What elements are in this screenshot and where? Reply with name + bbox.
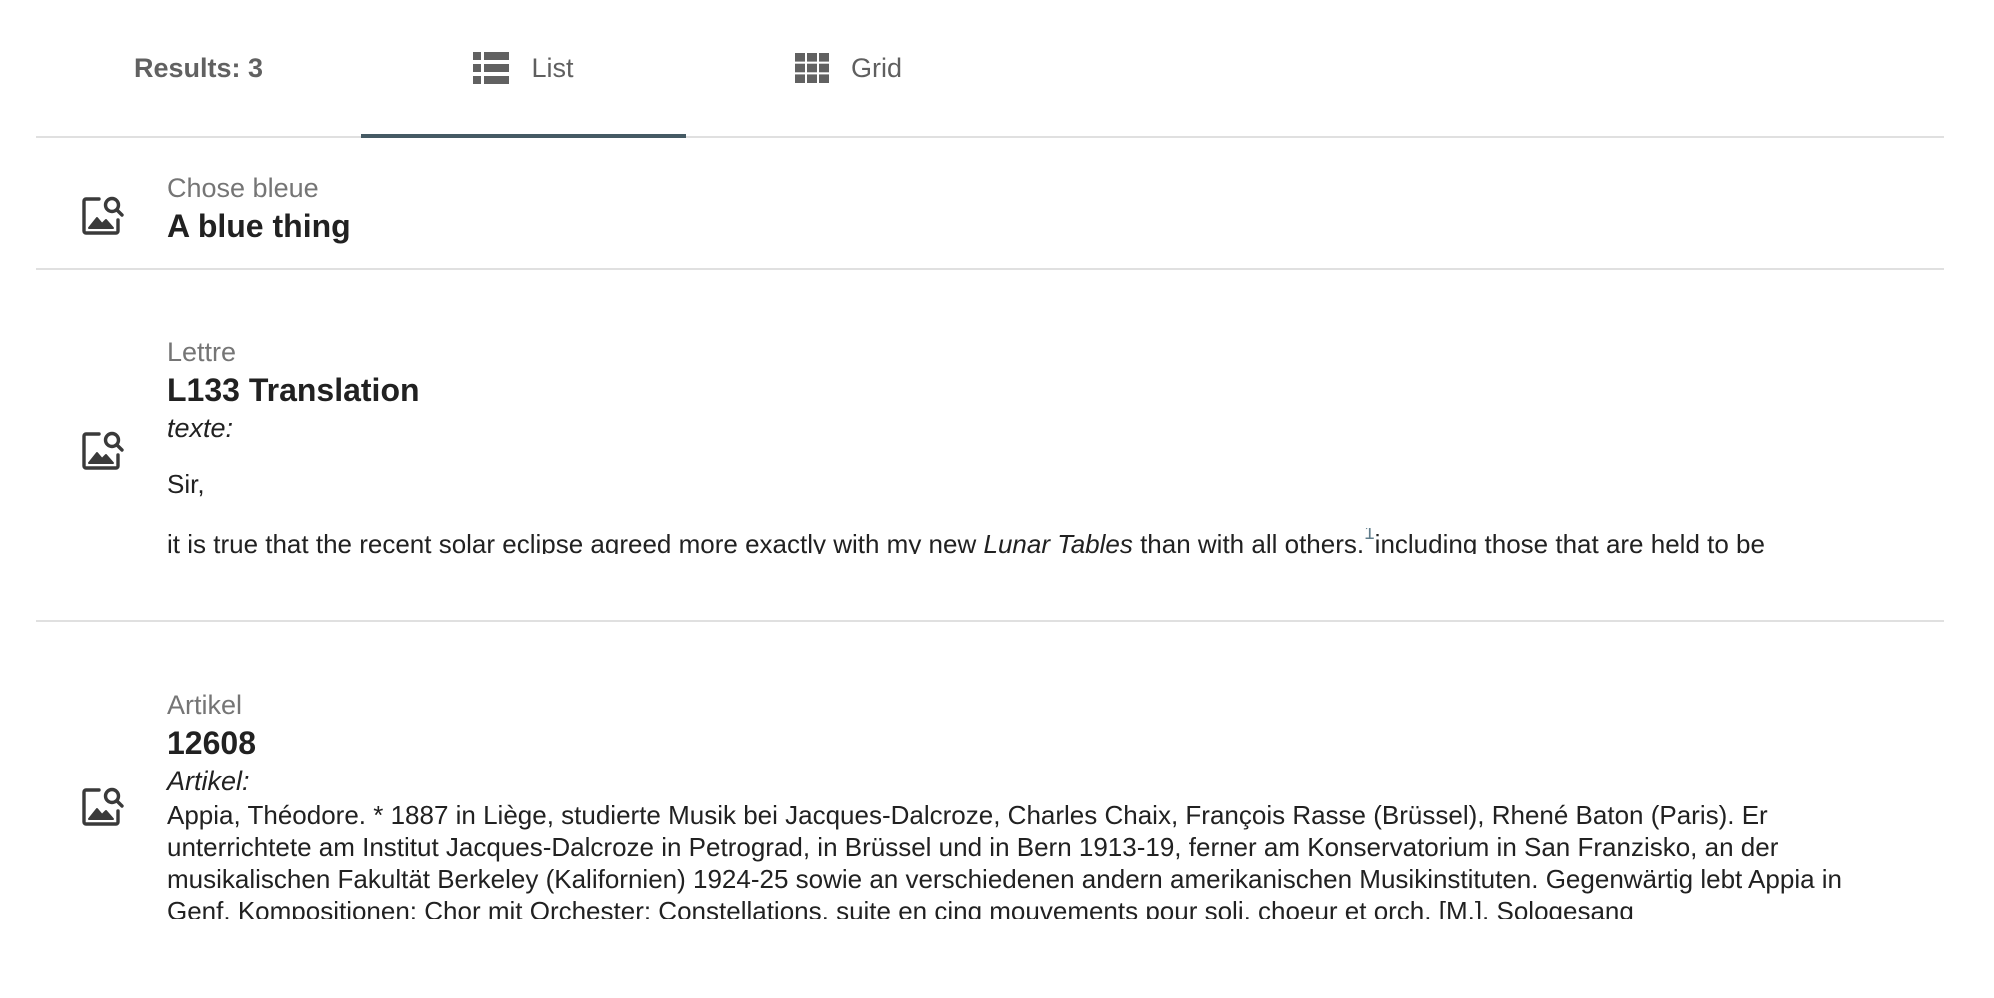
result-salutation: Sir, <box>167 469 205 499</box>
result-title: L133 Translation <box>167 372 420 408</box>
search-results-panel: Results: 3 List Grid Chose bleue A blue … <box>36 0 1944 962</box>
result-kind: Chose bleue <box>167 173 319 203</box>
image-search-icon <box>80 782 126 828</box>
result-kind: Artikel <box>167 690 243 720</box>
result-content: Chose bleue A blue thing <box>167 170 1908 246</box>
result-item[interactable]: Lettre L133 Translation texte: Sir, it i… <box>36 270 1944 622</box>
excerpt-italic: Lunar Tables <box>983 529 1133 554</box>
result-content: Lettre L133 Translation texte: Sir, it i… <box>167 334 1908 554</box>
result-item[interactable]: Artikel 12608 Artikel: Appia, Théodore. … <box>36 622 1944 962</box>
excerpt-text: than with all others. <box>1132 529 1365 554</box>
tab-grid-label: Grid <box>850 52 902 83</box>
result-item[interactable]: Chose bleue A blue thing <box>36 138 1944 270</box>
result-content: Artikel 12608 Artikel: Appia, Théodore. … <box>167 687 1908 919</box>
footnote-marker[interactable]: 1 <box>1364 528 1375 544</box>
list-icon <box>473 52 510 84</box>
tab-grid[interactable]: Grid <box>686 0 1011 136</box>
result-field-label: Artikel: <box>167 766 250 796</box>
grid-icon <box>794 53 829 83</box>
results-count-label: Results: 3 <box>133 52 264 83</box>
tab-list-label: List <box>531 52 574 83</box>
result-title: 12608 <box>167 725 256 761</box>
image-search-icon <box>80 191 126 237</box>
view-tab-bar: Results: 3 List Grid <box>36 0 1944 138</box>
result-excerpt: Appia, Théodore. * 1887 in Liège, studie… <box>167 800 1843 919</box>
excerpt-text: including those that are held to be <box>1374 529 1765 554</box>
image-search-icon <box>80 426 126 472</box>
tab-list[interactable]: List <box>361 0 686 138</box>
result-kind: Lettre <box>167 337 237 367</box>
result-field-label: texte: <box>167 413 234 443</box>
result-title: A blue thing <box>167 208 351 244</box>
results-count: Results: 3 <box>36 0 361 136</box>
result-excerpt: it is true that the recent solar eclipse… <box>167 528 1908 554</box>
excerpt-text: it is true that the recent solar eclipse… <box>167 529 984 554</box>
